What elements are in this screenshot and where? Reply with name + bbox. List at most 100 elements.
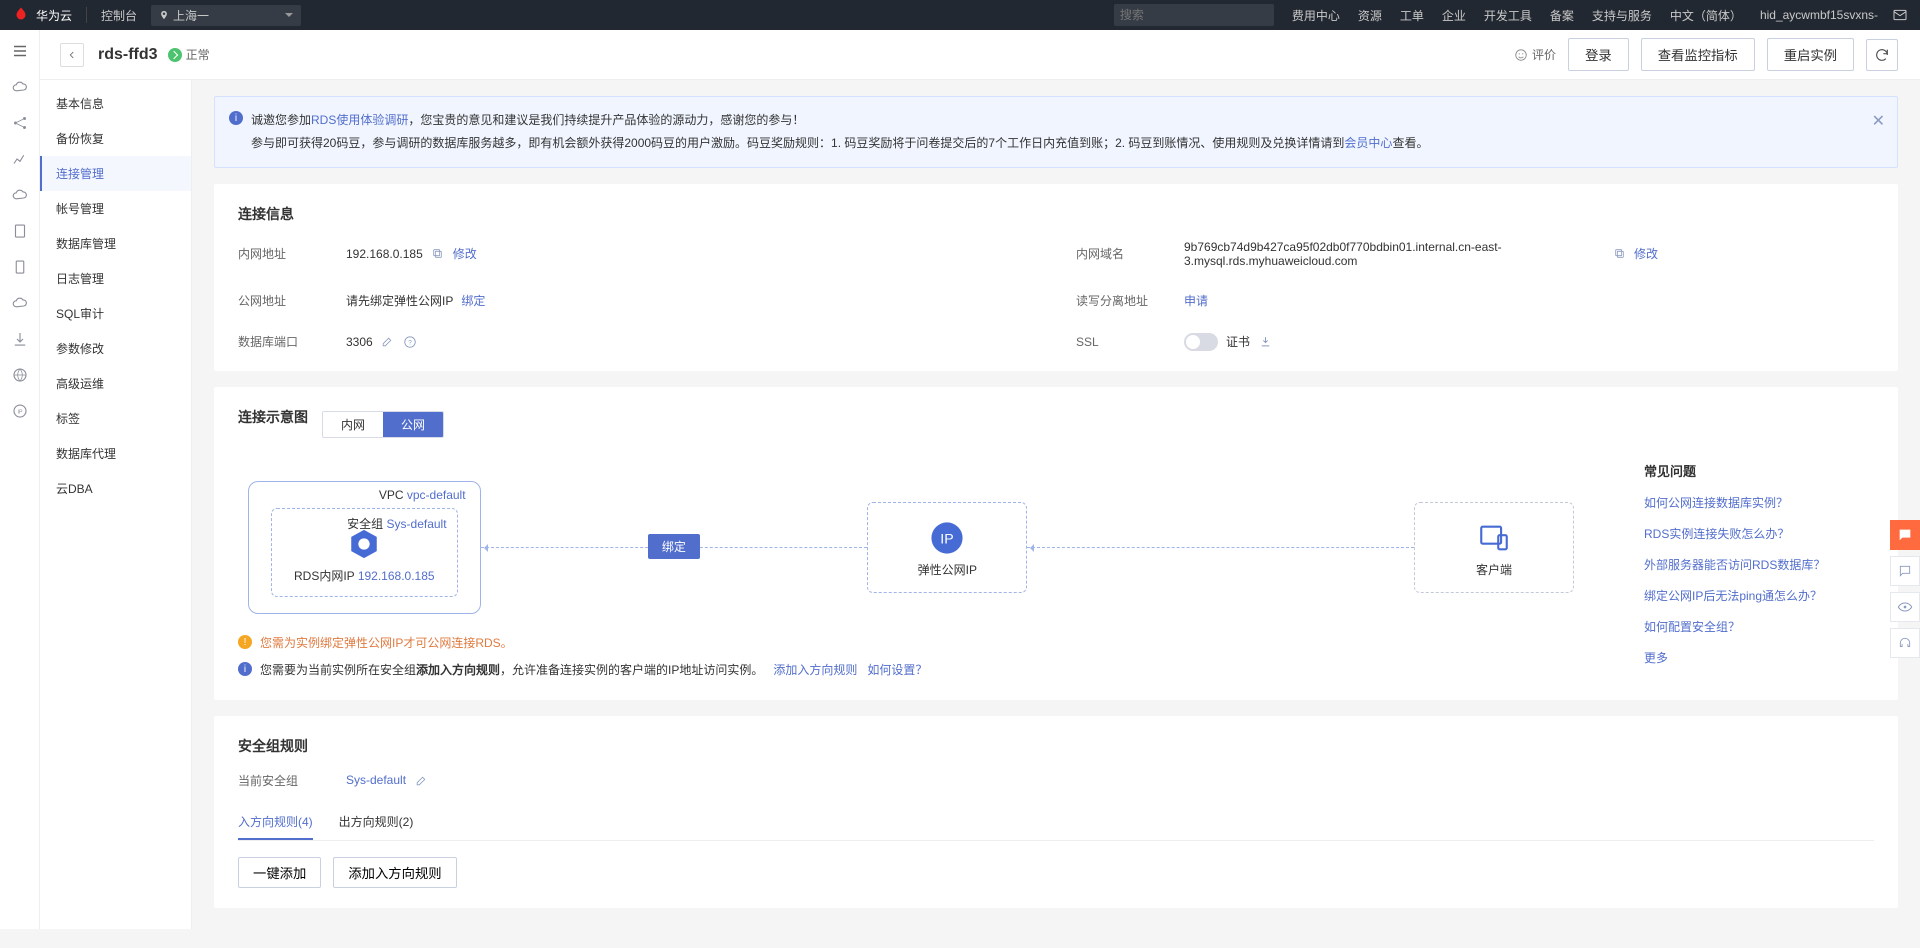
edit-icon[interactable] [414,773,428,787]
server-icon[interactable] [9,220,31,242]
nav-proxy[interactable]: 数据库代理 [40,436,191,471]
topbar: 华为云 控制台 上海一 费用中心 资源 工单 企业 开发工具 备案 支持与服务 … [0,0,1920,30]
nav-advanced[interactable]: 高级运维 [40,366,191,401]
vpc-node: VPC vpc-default 安全组 Sys-default RDS内网IP … [248,481,481,614]
nav-billing[interactable]: 费用中心 [1292,7,1340,24]
nav-icp[interactable]: 备案 [1550,7,1574,24]
cloud3-icon[interactable] [9,292,31,314]
nav-basic[interactable]: 基本信息 [40,86,191,121]
add-rule-link[interactable]: 添加入方向规则 [773,663,857,677]
client-icon [1477,521,1511,555]
tab-intranet[interactable]: 内网 [323,412,383,437]
rw-apply[interactable]: 申请 [1184,292,1208,309]
reboot-button[interactable]: 重启实例 [1767,38,1854,71]
nav-database[interactable]: 数据库管理 [40,226,191,261]
nav-param[interactable]: 参数修改 [40,331,191,366]
nav-account[interactable]: 帐号管理 [40,191,191,226]
row-intra-domain: 内网域名 9b769cb74d9b427ca95f02db0f770bdbin0… [1076,240,1874,268]
nav-lang[interactable]: 中文（简体） [1670,7,1742,24]
info-c: ，允许准备连接实例的客户端的IP地址访问实例。 [500,663,763,677]
icon-rail: IP [0,30,40,929]
pub-addr-label: 公网地址 [238,292,328,309]
nav-ticket[interactable]: 工单 [1400,7,1424,24]
faq-item[interactable]: RDS实例连接失败怎么办？ [1644,525,1874,542]
sg-tab-in[interactable]: 入方向规则(4) [238,805,313,840]
download-icon[interactable] [1258,335,1272,349]
side-nav: 基本信息 备份恢复 连接管理 帐号管理 数据库管理 日志管理 SQL审计 参数修… [40,80,192,929]
cloud2-icon[interactable] [9,184,31,206]
nav-support[interactable]: 支持与服务 [1592,7,1652,24]
ssl-toggle[interactable] [1184,333,1218,351]
share-icon[interactable] [9,112,31,134]
device-icon[interactable] [9,256,31,278]
feedback-icon[interactable] [1890,520,1920,550]
page-header: rds-ffd3 正常 评价 登录 查看监控指标 重启实例 [0,30,1920,80]
nav-connection[interactable]: 连接管理 [40,156,191,191]
faq-title: 常见问题 [1644,461,1874,480]
nav-enterprise[interactable]: 企业 [1442,7,1466,24]
back-button[interactable] [60,43,84,67]
nav-log[interactable]: 日志管理 [40,261,191,296]
faq-item[interactable]: 如何公网连接数据库实例？ [1644,494,1874,511]
region-selector[interactable]: 上海一 [151,5,301,26]
headset-icon[interactable] [1890,628,1920,658]
conn-title: 连接信息 [238,204,1874,224]
global-search[interactable] [1114,4,1274,26]
mail-icon[interactable] [1892,7,1908,23]
tab-internet[interactable]: 公网 [383,412,443,437]
banner-survey-link[interactable]: RDS使用体验调研 [311,113,408,127]
edit-icon[interactable] [381,335,395,349]
diagram-tabs: 内网 公网 [322,411,444,438]
nav-backup[interactable]: 备份恢复 [40,121,191,156]
faq-item[interactable]: 绑定公网IP后无法ping通怎么办？ [1644,587,1874,604]
banner-close[interactable]: ✕ [1872,107,1885,137]
nav-clouddba[interactable]: 云DBA [40,471,191,506]
bind-button[interactable]: 绑定 [648,534,700,559]
pub-addr-bind[interactable]: 绑定 [461,292,485,309]
globe-icon[interactable] [9,364,31,386]
faq-item[interactable]: 如何配置安全组？ [1644,618,1874,635]
refresh-button[interactable] [1866,39,1898,71]
banner-member-link[interactable]: 会员中心 [1344,136,1392,150]
eye-icon[interactable] [1890,592,1920,622]
warn-icon: ! [238,635,252,649]
sg-add-button[interactable]: 添加入方向规则 [333,857,456,888]
copy-icon[interactable] [431,247,445,261]
login-button[interactable]: 登录 [1568,38,1629,71]
sg-cur-link[interactable]: Sys-default [346,773,406,787]
sg-title: 安全组规则 [238,736,1874,756]
nav-resource[interactable]: 资源 [1358,7,1382,24]
nav-devtools[interactable]: 开发工具 [1484,7,1532,24]
sg-tab-out[interactable]: 出方向规则(2) [339,805,414,840]
huawei-icon [12,6,30,24]
intra-domain-modify[interactable]: 修改 [1634,245,1658,262]
ip-icon[interactable]: IP [9,400,31,422]
sg-batch-button[interactable]: 一键添加 [238,857,321,888]
region-name: 上海一 [173,7,209,24]
search-input[interactable] [1120,8,1275,22]
menu-icon[interactable] [9,40,31,62]
nav-user[interactable]: hid_aycwmbf15svxns- [1760,8,1878,22]
intra-addr-label: 内网地址 [238,245,328,262]
nav-tag[interactable]: 标签 [40,401,191,436]
metrics-button[interactable]: 查看监控指标 [1641,38,1755,71]
console-link[interactable]: 控制台 [101,7,137,24]
intra-addr-modify[interactable]: 修改 [453,245,477,262]
faq-more[interactable]: 更多 [1644,649,1874,666]
chart-icon[interactable] [9,148,31,170]
brand-logo[interactable]: 华为云 [12,6,72,24]
port-label: 数据库端口 [238,333,328,350]
chat-icon[interactable] [1890,556,1920,586]
vpc-link[interactable]: vpc-default [407,488,466,502]
rate-link[interactable]: 评价 [1514,46,1556,63]
nav-sqlaudit[interactable]: SQL审计 [40,296,191,331]
copy-icon[interactable] [1612,247,1626,261]
cloud-icon[interactable] [9,76,31,98]
faq-item[interactable]: 外部服务器能否访问RDS数据库？ [1644,556,1874,573]
how-set-link[interactable]: 如何设置？ [867,663,927,677]
sg-link[interactable]: Sys-default [387,517,447,531]
download-icon[interactable] [9,328,31,350]
help-icon[interactable]: ? [403,335,417,349]
diagram-card: 连接示意图 内网 公网 VPC vpc-default 安全组 Sys-defa… [214,387,1898,700]
intra-domain-value: 9b769cb74d9b427ca95f02db0f770bdbin01.int… [1184,240,1604,268]
